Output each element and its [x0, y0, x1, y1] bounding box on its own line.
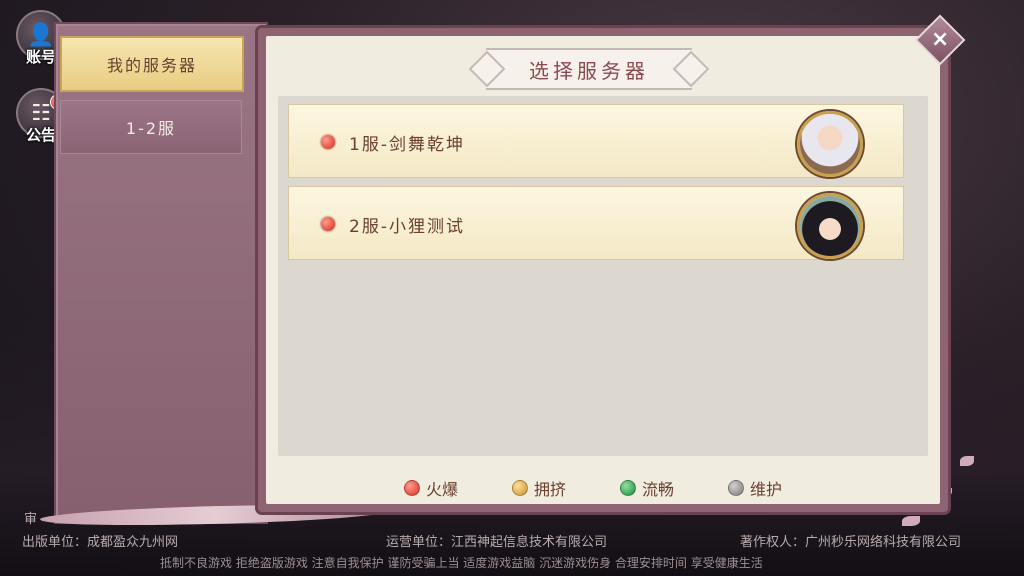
legend-label: 流畅	[642, 480, 675, 499]
legend-crowded: 拥挤	[512, 476, 566, 500]
legend-label: 火爆	[426, 480, 459, 499]
tab-my-servers[interactable]: 我的服务器	[60, 36, 244, 92]
status-hot-icon	[321, 135, 335, 149]
operator-text: 运营单位：江西神起信息技术有限公司	[386, 535, 608, 550]
dialog-title: 选择服务器	[486, 48, 692, 90]
copyright-text: 著作权人：广州秒乐网络科技有限公司	[740, 535, 962, 550]
legend-hot: 火爆	[404, 476, 458, 500]
server-select-panel	[258, 28, 948, 512]
legend-label: 拥挤	[534, 480, 567, 499]
server-name: 2服-小狸测试	[349, 217, 465, 237]
review-text: 审	[24, 512, 38, 527]
character-avatar	[797, 111, 863, 177]
server-name: 1服-剑舞乾坤	[349, 135, 465, 155]
legend-smooth: 流畅	[620, 476, 674, 500]
tab-server-1-2[interactable]: 1-2服	[60, 100, 242, 154]
server-row[interactable]: 1服-剑舞乾坤	[288, 104, 904, 178]
server-group-sidebar	[54, 22, 268, 524]
close-icon: ×	[930, 27, 950, 52]
green-dot-icon	[620, 480, 636, 496]
server-row[interactable]: 2服-小狸测试	[288, 186, 904, 260]
health-notice: 抵制不良游戏 拒绝盗版游戏 注意自我保护 谨防受骗上当 适度游戏益脑 沉迷游戏伤…	[160, 556, 763, 570]
legend-maintenance: 维护	[728, 476, 782, 500]
yellow-dot-icon	[512, 480, 528, 496]
legend-label: 维护	[750, 480, 783, 499]
blossom-petal	[960, 456, 974, 466]
status-hot-icon	[321, 217, 335, 231]
publisher-text: 出版单位：成都盈众九州网	[22, 535, 179, 550]
blossom-petal	[902, 516, 920, 526]
character-avatar	[797, 193, 863, 259]
gray-dot-icon	[728, 480, 744, 496]
red-dot-icon	[404, 480, 420, 496]
